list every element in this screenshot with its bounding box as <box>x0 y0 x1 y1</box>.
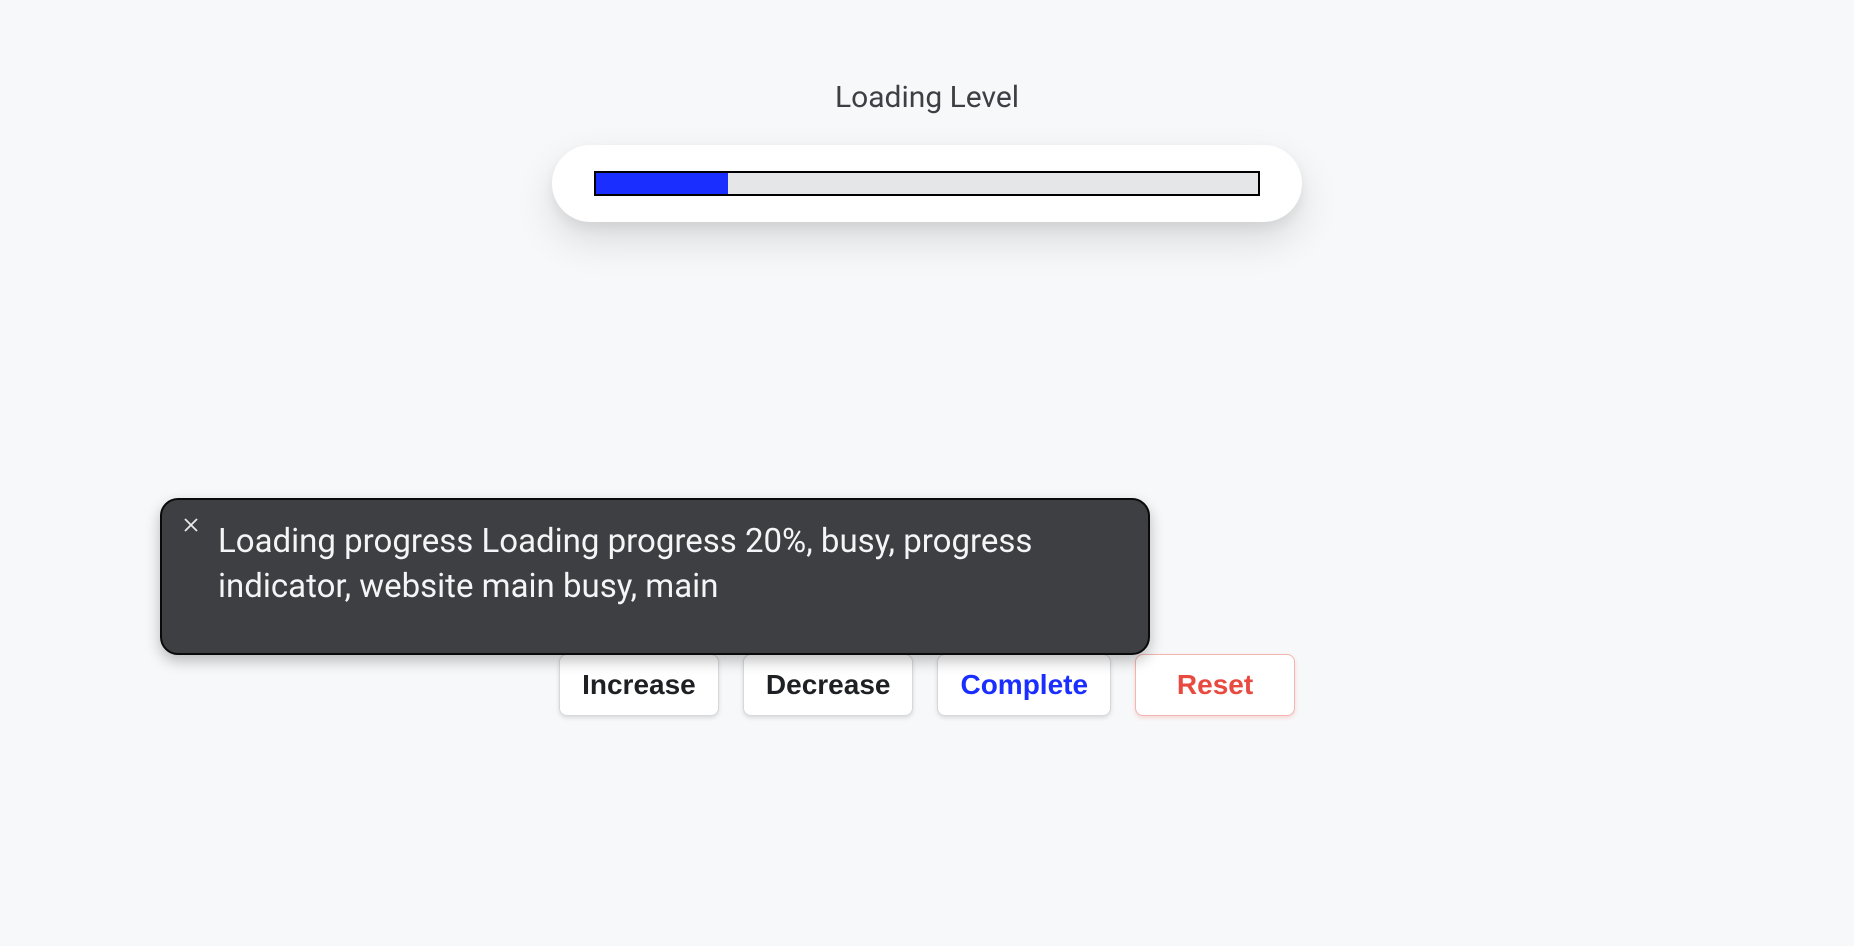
button-row: Increase Decrease Complete Reset <box>0 654 1854 716</box>
increase-button[interactable]: Increase <box>559 654 719 716</box>
accessibility-tooltip: Loading progress Loading progress 20%, b… <box>160 498 1150 655</box>
progress-bar <box>594 171 1260 196</box>
progress-bar-fill <box>596 173 728 194</box>
tooltip-text: Loading progress Loading progress 20%, b… <box>218 520 1092 609</box>
progress-card <box>552 145 1302 222</box>
close-icon[interactable] <box>180 514 202 536</box>
decrease-button[interactable]: Decrease <box>743 654 914 716</box>
reset-button[interactable]: Reset <box>1135 654 1295 716</box>
page-title: Loading Level <box>0 80 1854 115</box>
complete-button[interactable]: Complete <box>937 654 1111 716</box>
